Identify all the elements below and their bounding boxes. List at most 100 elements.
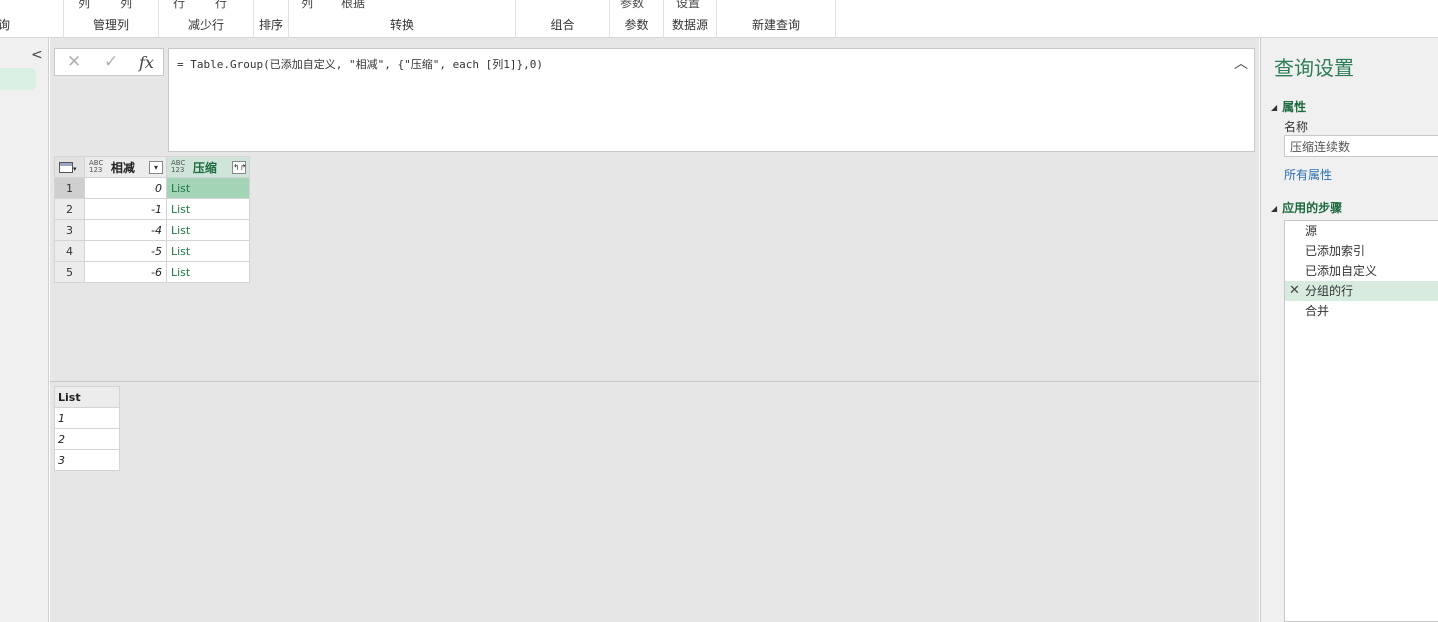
ribbon-group-query[interactable]: 询 bbox=[0, 0, 64, 38]
queries-navigator: < bbox=[0, 38, 49, 622]
row-number[interactable]: 1 bbox=[54, 177, 85, 199]
table-row: 3 -4 List bbox=[54, 219, 250, 241]
step-item[interactable]: 已添加索引 bbox=[1285, 241, 1438, 261]
delete-step-icon[interactable]: ✕ bbox=[1289, 281, 1300, 301]
formula-bar[interactable]: = Table.Group(已添加自定义, "相减", {"压缩", each … bbox=[168, 48, 1255, 152]
collapse-triangle-icon[interactable]: ◢ bbox=[1271, 204, 1277, 213]
ribbon-item-label[interactable]: 参数 bbox=[620, 0, 644, 11]
chevron-down-icon: ▾ bbox=[73, 164, 77, 173]
table-row: 2 -1 List bbox=[54, 198, 250, 220]
cell-list-link[interactable]: List bbox=[166, 219, 250, 241]
check-icon[interactable]: ✓ bbox=[104, 52, 118, 72]
ribbon-group-new-query[interactable]: 新建查询 bbox=[717, 0, 836, 38]
ribbon-group-label: 排序 bbox=[258, 18, 283, 32]
ribbon-group-data-source[interactable]: 设置 数据源 bbox=[664, 0, 717, 38]
column-header-label: 相减 bbox=[110, 160, 135, 175]
step-label: 已添加自定义 bbox=[1305, 264, 1378, 278]
ribbon-group-label: 数据源 bbox=[671, 18, 708, 32]
column-header-diff[interactable]: ABC 123 相减 ▾ bbox=[84, 156, 167, 178]
column-header-packed[interactable]: ABC 123 压缩 ↰↱ bbox=[166, 156, 250, 178]
row-number[interactable]: 2 bbox=[54, 198, 85, 220]
cell-list-link[interactable]: List bbox=[166, 240, 250, 262]
step-item-selected[interactable]: ✕ 分组的行 bbox=[1285, 281, 1438, 301]
list-item: 3 bbox=[54, 449, 120, 471]
query-settings-pane: 查询设置 ◢ 属性 名称 所有属性 ◢ 应用的步骤 源 已添加索引 已添加自定义 ✕… bbox=[1260, 38, 1438, 622]
section-applied-steps[interactable]: ◢ 应用的步骤 bbox=[1271, 199, 1342, 216]
selected-query-item[interactable] bbox=[0, 68, 36, 90]
step-item[interactable]: 已添加自定义 bbox=[1285, 261, 1438, 281]
row-number[interactable]: 3 bbox=[54, 219, 85, 241]
ribbon-group-combine[interactable]: 组合 bbox=[516, 0, 610, 38]
ribbon-group-reduce-rows[interactable]: 行 行 减少行 bbox=[159, 0, 254, 38]
cell-diff[interactable]: -6 bbox=[84, 261, 167, 283]
ribbon-group-parameters[interactable]: 参数 参数 bbox=[610, 0, 664, 38]
chevron-left-icon[interactable]: < bbox=[31, 47, 43, 63]
preview-value: 1 bbox=[54, 407, 120, 429]
pane-title: 查询设置 bbox=[1274, 56, 1354, 80]
all-properties-link[interactable]: 所有属性 bbox=[1284, 166, 1332, 183]
preview-value: 3 bbox=[54, 449, 120, 471]
cell-list-link[interactable]: List bbox=[166, 177, 250, 199]
formula-buttons: ✕ ✓ fx bbox=[54, 48, 164, 76]
preview-header: List bbox=[54, 386, 120, 408]
type-any-icon[interactable]: ABC 123 bbox=[171, 160, 189, 174]
filter-dropdown-icon[interactable]: ▾ bbox=[149, 161, 163, 174]
table-row: 4 -5 List bbox=[54, 240, 250, 262]
name-label: 名称 bbox=[1284, 120, 1309, 134]
ribbon-group-manage-columns[interactable]: 列 列 管理列 bbox=[64, 0, 159, 38]
data-grid: ▾ ABC 123 相减 ▾ ABC 123 压缩 ↰↱ 1 0 List 2 -1… bbox=[54, 156, 250, 283]
ribbon-group-label: 减少行 bbox=[187, 18, 224, 32]
cell-diff[interactable]: -5 bbox=[84, 240, 167, 262]
step-label: 源 bbox=[1305, 224, 1318, 238]
step-item[interactable]: 源 bbox=[1285, 221, 1438, 241]
row-number[interactable]: 4 bbox=[54, 240, 85, 262]
ribbon-item-label[interactable]: 列 bbox=[301, 0, 313, 11]
table-menu-button[interactable]: ▾ bbox=[54, 156, 85, 178]
ribbon: 询 列 列 管理列 行 行 减少行 排序 列 根据 转换 组合 参数 参数 设置… bbox=[0, 0, 1438, 38]
collapse-triangle-icon[interactable]: ◢ bbox=[1271, 103, 1277, 112]
ribbon-item-label[interactable]: 行 bbox=[215, 0, 227, 11]
cell-list-link[interactable]: List bbox=[166, 261, 250, 283]
cell-diff[interactable]: -4 bbox=[84, 219, 167, 241]
ribbon-group-label: 管理列 bbox=[92, 18, 129, 32]
fx-icon[interactable]: fx bbox=[139, 53, 154, 72]
list-item: 1 bbox=[54, 407, 120, 429]
ribbon-group-label: 新建查询 bbox=[751, 18, 800, 32]
ribbon-group-sort[interactable]: 排序 bbox=[254, 0, 289, 38]
ribbon-item-label[interactable]: 设置 bbox=[676, 0, 700, 11]
formula-text[interactable]: = Table.Group(已添加自定义, "相减", {"压缩", each … bbox=[177, 56, 543, 72]
expand-column-icon[interactable]: ↰↱ bbox=[232, 161, 246, 174]
step-label: 已添加索引 bbox=[1305, 244, 1366, 258]
ribbon-group-transform[interactable]: 列 根据 转换 bbox=[289, 0, 516, 38]
ribbon-item-label[interactable]: 列 bbox=[120, 0, 132, 11]
ribbon-item-label[interactable]: 列 bbox=[78, 0, 90, 11]
section-label: 应用的步骤 bbox=[1282, 201, 1343, 215]
table-row: 1 0 List bbox=[54, 177, 250, 199]
ribbon-group-label: 组合 bbox=[550, 18, 575, 32]
cancel-icon[interactable]: ✕ bbox=[67, 52, 81, 72]
column-header-label: 压缩 bbox=[192, 160, 217, 175]
cell-list-link[interactable]: List bbox=[166, 198, 250, 220]
chevron-up-icon[interactable]: ︿ bbox=[1234, 53, 1248, 73]
table-row: 5 -6 List bbox=[54, 261, 250, 283]
type-any-icon[interactable]: ABC 123 bbox=[89, 160, 107, 174]
step-label: 分组的行 bbox=[1305, 284, 1354, 298]
list-item: 2 bbox=[54, 428, 120, 450]
cell-diff[interactable]: 0 bbox=[84, 177, 167, 199]
query-name-input[interactable] bbox=[1284, 135, 1438, 157]
preview-value: 2 bbox=[54, 428, 120, 450]
ribbon-item-label[interactable]: 根据 bbox=[341, 0, 365, 11]
section-properties[interactable]: ◢ 属性 bbox=[1271, 98, 1306, 115]
step-item[interactable]: 合并 bbox=[1285, 301, 1438, 321]
table-icon bbox=[59, 162, 73, 173]
preview-splitter[interactable] bbox=[50, 381, 1259, 382]
section-label: 属性 bbox=[1282, 100, 1307, 114]
ribbon-group-label: 询 bbox=[0, 18, 11, 32]
applied-steps-list: 源 已添加索引 已添加自定义 ✕ 分组的行 合并 bbox=[1284, 220, 1438, 622]
step-label: 合并 bbox=[1305, 304, 1330, 318]
ribbon-group-label: 转换 bbox=[389, 18, 414, 32]
ribbon-item-label[interactable]: 行 bbox=[173, 0, 185, 11]
list-preview: List 1 2 3 bbox=[54, 386, 120, 471]
cell-diff[interactable]: -1 bbox=[84, 198, 167, 220]
row-number[interactable]: 5 bbox=[54, 261, 85, 283]
